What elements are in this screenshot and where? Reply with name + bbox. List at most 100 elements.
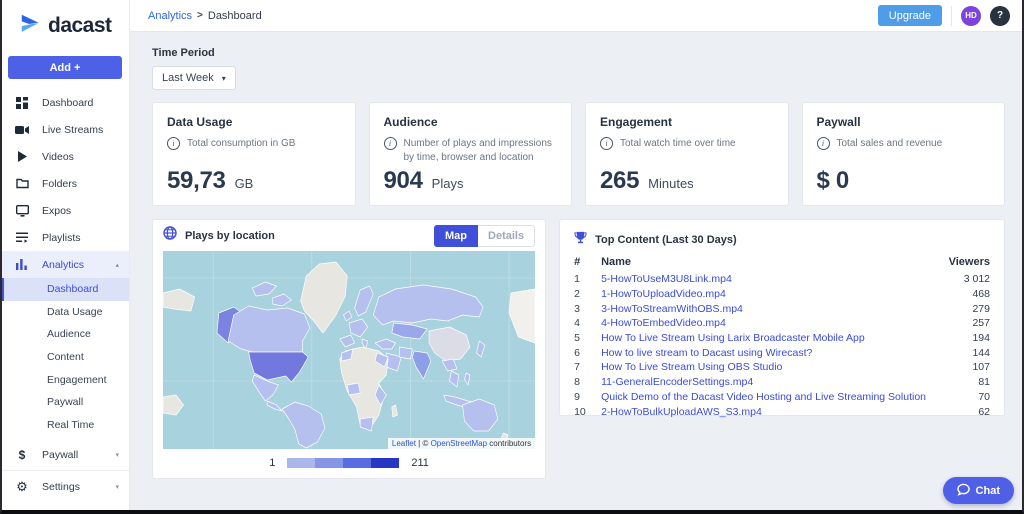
folder-icon xyxy=(15,178,29,189)
stat-card-description: Total consumption in GB xyxy=(187,137,295,151)
sidebar-item-dashboard[interactable]: Dashboard xyxy=(0,89,129,116)
sidebar-divider xyxy=(0,470,129,471)
analytics-submenu-item[interactable]: Audience xyxy=(0,323,129,346)
sidebar-item-videos[interactable]: Videos xyxy=(0,143,129,170)
map-toggle-button[interactable]: Map xyxy=(434,225,478,247)
dashboard-grid-icon xyxy=(15,97,29,109)
stat-card-title: Engagement xyxy=(600,115,774,129)
sidebar-nav: Dashboard Live Streams Videos Folders Ex… xyxy=(0,89,129,500)
submenu-item-label: Dashboard xyxy=(47,283,98,295)
brand-name: dacast xyxy=(48,14,112,38)
add-button[interactable]: Add + xyxy=(8,56,122,79)
table-row: 1 5-HowToUseM3U8Link.mp4 3 012 xyxy=(574,272,990,287)
row-rank: 6 xyxy=(574,347,601,359)
sidebar-item-paywall[interactable]: $ Paywall ▾ xyxy=(0,441,129,468)
analytics-submenu-item[interactable]: Paywall xyxy=(0,391,129,414)
row-rank: 9 xyxy=(574,391,601,403)
row-viewers: 468 xyxy=(926,288,990,300)
row-rank: 3 xyxy=(574,303,601,315)
sidebar-item-settings[interactable]: ⚙ Settings ▾ xyxy=(0,473,129,500)
legend-max: 211 xyxy=(411,457,429,469)
legend-scale xyxy=(287,458,399,468)
analytics-submenu-item[interactable]: Engagement xyxy=(0,368,129,391)
submenu-item-label: Audience xyxy=(47,328,91,340)
stat-card-description: Number of plays and impressions by time,… xyxy=(404,137,558,164)
legend-swatch xyxy=(371,458,399,468)
content-link[interactable]: 3-HowToStreamWithOBS.mp4 xyxy=(601,303,926,315)
stat-card-unit: Minutes xyxy=(648,176,694,191)
column-name: Name xyxy=(601,256,926,268)
chevron-up-icon: ▴ xyxy=(115,261,119,269)
legend-swatch xyxy=(315,458,343,468)
content-link[interactable]: 11-GeneralEncoderSettings.mp4 xyxy=(601,376,926,388)
submenu-item-label: Data Usage xyxy=(47,306,102,318)
chat-button-label: Chat xyxy=(976,485,1000,497)
content-link[interactable]: 5-HowToUseM3U8Link.mp4 xyxy=(601,273,926,285)
breadcrumb-current-page: Dashboard xyxy=(208,10,262,22)
stat-card-unit: Plays xyxy=(432,176,464,191)
bottom-row: Plays by location Map Details xyxy=(152,219,1005,479)
dacast-logo[interactable]: dacast xyxy=(0,0,129,49)
sidebar-item-label: Settings xyxy=(42,481,80,493)
sidebar-item-folders[interactable]: Folders xyxy=(0,170,129,197)
submenu-item-label: Paywall xyxy=(47,396,83,408)
sidebar-item-label: Analytics xyxy=(42,259,84,271)
analytics-submenu-item[interactable]: Real Time xyxy=(0,414,129,437)
sidebar-item-analytics[interactable]: Analytics ▴ xyxy=(0,251,129,278)
table-header-row: # Name Viewers xyxy=(574,256,990,268)
sidebar-item-label: Videos xyxy=(42,151,74,163)
content-link[interactable]: 2-HowToBulkUploadAWS_S3.mp4 xyxy=(601,406,926,418)
video-camera-icon xyxy=(15,125,29,135)
legend-min: 1 xyxy=(269,457,275,469)
openstreetmap-link[interactable]: OpenStreetMap xyxy=(431,439,487,448)
content-link[interactable]: 1-HowToUploadVideo.mp4 xyxy=(601,288,926,300)
stat-card: Data Usage i Total consumption in GB 59,… xyxy=(152,102,356,206)
content-link[interactable]: Quick Demo of the Dacast Video Hosting a… xyxy=(601,391,926,403)
content-link[interactable]: How to live stream to Dacast using Wirec… xyxy=(601,347,926,359)
stat-card-description: Total watch time over time xyxy=(620,137,736,151)
row-viewers: 279 xyxy=(926,303,990,315)
time-period-label: Time Period xyxy=(152,47,1005,59)
sidebar-item-label: Folders xyxy=(42,178,77,190)
info-icon: i xyxy=(817,137,830,150)
globe-icon xyxy=(163,226,177,245)
world-map[interactable]: Leaflet | © OpenStreetMap contributors xyxy=(163,251,535,449)
sidebar-item-live-streams[interactable]: Live Streams xyxy=(0,116,129,143)
chat-bubble-icon xyxy=(957,483,970,499)
chevron-down-icon: ▾ xyxy=(222,74,226,83)
row-viewers: 144 xyxy=(926,347,990,359)
time-period-select[interactable]: Last Week ▾ xyxy=(152,66,236,90)
content-link[interactable]: How To Live Stream Using OBS Studio xyxy=(601,361,926,373)
row-viewers: 194 xyxy=(926,332,990,344)
bar-chart-icon xyxy=(15,259,29,270)
sidebar-item-label: Expos xyxy=(42,205,71,217)
details-toggle-button[interactable]: Details xyxy=(478,225,535,247)
row-rank: 2 xyxy=(574,288,601,300)
chevron-down-icon: ▾ xyxy=(115,483,119,491)
sidebar-item-expos[interactable]: Expos xyxy=(0,197,129,224)
content-link[interactable]: How To Live Stream Using Larix Broadcast… xyxy=(601,332,926,344)
leaflet-link[interactable]: Leaflet xyxy=(392,439,416,448)
playlist-icon xyxy=(15,232,29,243)
chat-button[interactable]: Chat xyxy=(943,477,1014,504)
sidebar-item-label: Dashboard xyxy=(42,97,93,109)
submenu-item-label: Engagement xyxy=(47,374,107,386)
row-rank: 7 xyxy=(574,361,601,373)
map-details-toggle: Map Details xyxy=(434,225,535,247)
breadcrumb-section[interactable]: Analytics xyxy=(148,10,192,22)
time-period-filter: Time Period Last Week ▾ xyxy=(152,47,1005,90)
row-rank: 1 xyxy=(574,273,601,285)
content-link[interactable]: 4-HowToEmbedVideo.mp4 xyxy=(601,317,926,329)
user-avatar[interactable]: HD xyxy=(961,6,981,26)
topbar: Analytics > Dashboard Upgrade HD ? xyxy=(130,0,1024,32)
analytics-submenu-item[interactable]: Data Usage xyxy=(0,301,129,324)
analytics-submenu-item[interactable]: Dashboard xyxy=(0,278,129,301)
table-row: 9 Quick Demo of the Dacast Video Hosting… xyxy=(574,390,990,405)
help-button[interactable]: ? xyxy=(990,6,1010,26)
info-icon: i xyxy=(384,137,397,150)
sidebar-item-playlists[interactable]: Playlists xyxy=(0,224,129,251)
upgrade-button[interactable]: Upgrade xyxy=(878,5,942,26)
main-content: Time Period Last Week ▾ Data Usage i Tot… xyxy=(130,33,1024,510)
analytics-submenu-item[interactable]: Content xyxy=(0,346,129,369)
topbar-divider xyxy=(951,6,952,26)
